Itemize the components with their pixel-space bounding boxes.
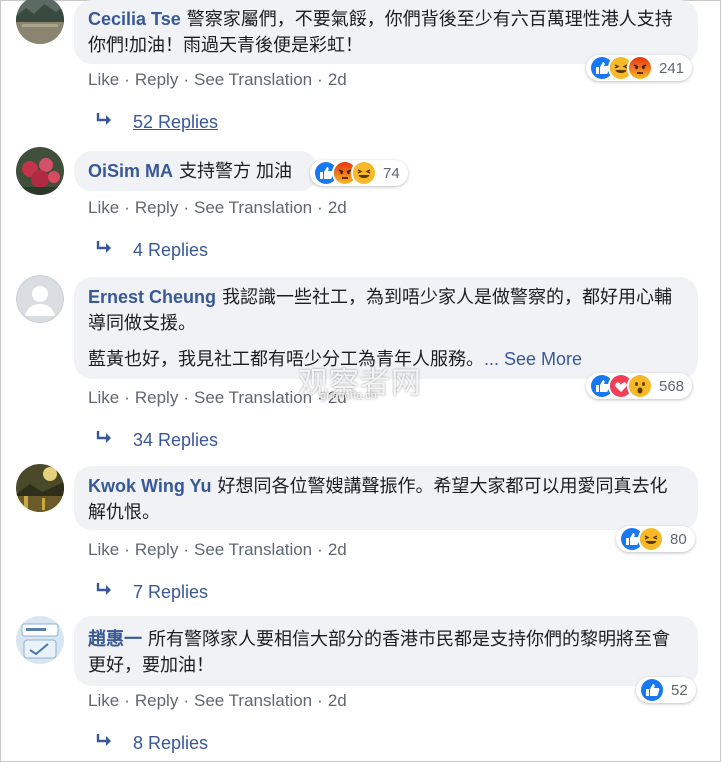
wow-reaction-icon <box>627 373 653 399</box>
timestamp[interactable]: 2d <box>328 691 347 710</box>
comment-text: 支持警方 加油 <box>179 161 293 181</box>
reactions-summary[interactable]: 80 <box>616 526 695 552</box>
replies-count[interactable]: 4 Replies <box>133 240 208 260</box>
watermark-url: guancha.cn <box>320 390 377 402</box>
like-link[interactable]: Like <box>88 198 119 217</box>
replies-count[interactable]: 52 Replies <box>133 112 218 132</box>
reply-link[interactable]: Reply <box>135 691 178 710</box>
replies-count[interactable]: 34 Replies <box>133 430 218 450</box>
timestamp[interactable]: 2d <box>328 70 347 89</box>
comment-bubble: Kwok Wing Yu 好想同各位警嫂講聲振作。希望大家都可以用愛同真去化解仇恨… <box>74 466 698 530</box>
comment-author[interactable]: 趙惠一 <box>88 629 142 649</box>
reply-arrow-icon <box>96 582 116 603</box>
see-more-link[interactable]: ... See More <box>484 349 582 369</box>
comment-actions: Like · Reply · See Translation · 2d <box>88 540 347 559</box>
like-link[interactable]: Like <box>88 70 119 89</box>
timestamp[interactable]: 2d <box>328 198 347 217</box>
comment-actions: Like · Reply · See Translation · 2d <box>88 198 347 217</box>
timestamp[interactable]: 2d <box>328 540 347 559</box>
comment-text-second-paragraph: 藍黃也好，我見社工都有唔少分工為青年人服務。 <box>88 349 484 369</box>
see-translation-link[interactable]: See Translation <box>194 388 312 407</box>
comment-author[interactable]: Kwok Wing Yu <box>88 476 212 496</box>
reply-link[interactable]: Reply <box>135 540 178 559</box>
reply-link[interactable]: Reply <box>135 388 178 407</box>
reply-arrow-icon <box>96 733 116 754</box>
reply-link[interactable]: Reply <box>135 198 178 217</box>
see-translation-link[interactable]: See Translation <box>194 540 312 559</box>
comment-text: 所有警隊家人要相信大部分的香港市民都是支持你們的黎明將至會更好，要加油！ <box>88 629 670 675</box>
view-replies-link[interactable]: 34 Replies <box>96 430 218 451</box>
reply-arrow-icon <box>96 112 116 133</box>
reactions-summary[interactable]: 74 <box>310 160 408 186</box>
view-replies-link[interactable]: 4 Replies <box>96 240 208 261</box>
reactions-summary[interactable]: 568 <box>586 373 693 399</box>
comment-author[interactable]: Cecilia Tse <box>88 9 181 29</box>
comment-author[interactable]: OiSim MA <box>88 161 173 181</box>
comment-bubble: 趙惠一 所有警隊家人要相信大部分的香港市民都是支持你們的黎明將至會更好，要加油！ <box>74 616 698 686</box>
see-translation-link[interactable]: See Translation <box>194 70 312 89</box>
avatar[interactable] <box>16 275 64 323</box>
like-link[interactable]: Like <box>88 540 119 559</box>
see-translation-link[interactable]: See Translation <box>194 198 312 217</box>
haha-reaction-icon <box>351 160 377 186</box>
avatar[interactable] <box>16 147 64 195</box>
reaction-count: 74 <box>383 164 400 182</box>
comment-actions: Like · Reply · See Translation · 2d <box>88 691 347 710</box>
comment-author[interactable]: Ernest Cheung <box>88 287 216 307</box>
reaction-count: 80 <box>670 530 687 548</box>
angry-reaction-icon <box>627 55 653 81</box>
view-replies-link[interactable]: 7 Replies <box>96 582 208 603</box>
haha-reaction-icon <box>638 526 664 552</box>
like-link[interactable]: Like <box>88 388 119 407</box>
reactions-summary[interactable]: 52 <box>636 677 696 703</box>
reply-arrow-icon <box>96 240 116 261</box>
see-translation-link[interactable]: See Translation <box>194 691 312 710</box>
reaction-count: 52 <box>671 681 688 699</box>
reaction-count: 568 <box>659 377 685 395</box>
like-reaction-icon <box>639 677 665 703</box>
like-link[interactable]: Like <box>88 691 119 710</box>
avatar[interactable] <box>16 616 64 664</box>
reaction-count: 241 <box>659 59 685 77</box>
reactions-summary[interactable]: 241 <box>586 55 693 81</box>
reply-arrow-icon <box>96 430 116 451</box>
replies-count[interactable]: 8 Replies <box>133 733 208 753</box>
view-replies-link[interactable]: 8 Replies <box>96 733 208 754</box>
reply-link[interactable]: Reply <box>135 70 178 89</box>
view-replies-link[interactable]: 52 Replies <box>96 112 218 133</box>
comment-bubble: OiSim MA 支持警方 加油 <box>74 151 318 191</box>
replies-count[interactable]: 7 Replies <box>133 582 208 602</box>
comment-actions: Like · Reply · See Translation · 2d <box>88 70 347 89</box>
avatar[interactable] <box>16 464 64 512</box>
